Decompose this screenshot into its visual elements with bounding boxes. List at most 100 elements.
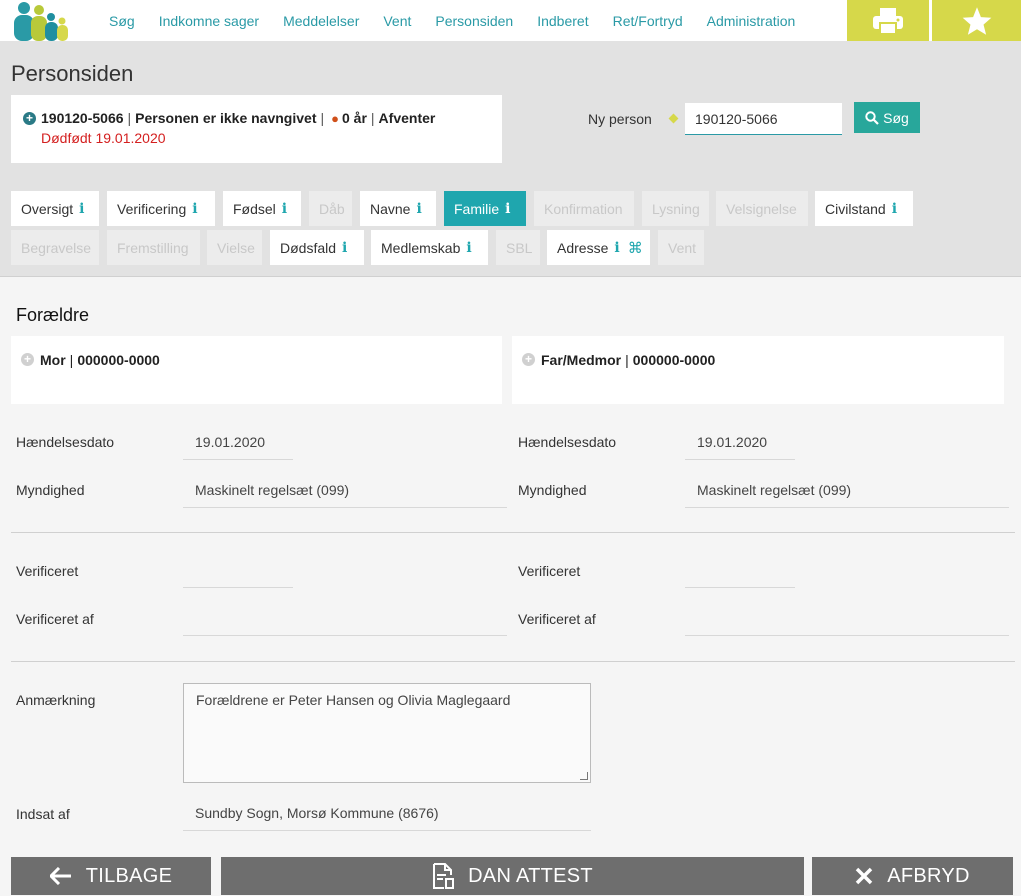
tab-begravelse: Begravelse xyxy=(11,230,99,265)
stillborn-notice: Dødfødt 19.01.2020 xyxy=(41,130,166,146)
tab-civilstand[interactable]: Civilstand i xyxy=(815,191,913,226)
separator: | xyxy=(625,352,629,368)
person-cpr: 190120-5066 xyxy=(41,110,124,126)
tab-konfirmation: Konfirmation xyxy=(534,191,634,226)
mother-event-date-field[interactable]: 19.01.2020 xyxy=(183,430,293,460)
close-icon xyxy=(855,867,873,885)
person-search-input[interactable] xyxy=(685,103,842,135)
divider xyxy=(11,661,1015,662)
tab-oversigt[interactable]: Oversigt i xyxy=(11,191,99,226)
tab-adresse[interactable]: Adresse i ⌘ xyxy=(547,230,650,265)
top-navigation-bar: Søg Indkomne sager Meddelelser Vent Pers… xyxy=(0,0,1021,41)
info-icon[interactable]: i xyxy=(892,201,897,217)
info-icon[interactable]: i xyxy=(192,201,197,217)
favorite-button[interactable] xyxy=(932,0,1021,41)
nav-item-ret-fortryd[interactable]: Ret/Fortryd xyxy=(613,13,683,29)
father-authority-field[interactable]: Maskinelt regelsæt (099) xyxy=(685,478,1009,508)
father-verified-field[interactable] xyxy=(685,558,795,588)
tab-familie[interactable]: Familie i xyxy=(444,191,526,226)
separator: | xyxy=(69,352,74,368)
person-status: Afventer xyxy=(378,110,436,126)
tab-label: Fremstilling xyxy=(117,239,189,256)
expand-plus-icon[interactable]: + xyxy=(522,353,535,366)
mother-card: + Mor | 000000-0000 xyxy=(11,336,502,404)
nav-item-indkomne-sager[interactable]: Indkomne sager xyxy=(159,13,259,29)
nav-item-soeg[interactable]: Søg xyxy=(109,13,135,29)
tab-doedsfald[interactable]: Dødsfald i xyxy=(270,230,364,265)
tab-label: Vielse xyxy=(217,239,255,256)
tab-lysning: Lysning xyxy=(642,191,709,226)
inserted-by-field[interactable]: Sundby Sogn, Morsø Kommune (8676) xyxy=(183,801,591,831)
main-nav: Søg Indkomne sager Meddelelser Vent Pers… xyxy=(97,0,807,41)
note-textarea[interactable]: Forældrene er Peter Hansen og Olivia Mag… xyxy=(183,683,591,783)
tab-vent: Vent xyxy=(658,230,704,265)
mother-verified-field[interactable] xyxy=(183,558,293,588)
mother-event-date-label: Hændelsesdato xyxy=(16,434,115,450)
tab-foedsel[interactable]: Fødsel i xyxy=(223,191,301,226)
tab-label: Dødsfald xyxy=(280,239,337,256)
father-event-date-field[interactable]: 19.01.2020 xyxy=(685,430,795,460)
command-icon[interactable]: ⌘ xyxy=(628,239,643,257)
info-icon[interactable]: i xyxy=(416,201,421,217)
tab-label: Familie xyxy=(454,200,500,217)
info-icon[interactable]: i xyxy=(79,201,84,217)
mother-verified-by-field[interactable] xyxy=(183,606,507,636)
tab-label: Velsignelse xyxy=(726,200,797,217)
expand-plus-icon[interactable]: + xyxy=(23,111,36,125)
info-icon[interactable]: i xyxy=(342,240,347,256)
back-button-label: TILBAGE xyxy=(85,864,173,887)
family-logo-icon[interactable] xyxy=(10,0,68,41)
nav-item-administration[interactable]: Administration xyxy=(707,13,796,29)
back-button[interactable]: TILBAGE xyxy=(11,857,211,895)
tab-navne[interactable]: Navne i xyxy=(360,191,436,226)
father-verified-by-field[interactable] xyxy=(685,606,1009,636)
separator: | xyxy=(370,110,375,126)
info-icon[interactable]: i xyxy=(505,201,510,217)
person-name: Personen er ikke navngivet xyxy=(135,110,317,126)
nav-item-personsiden[interactable]: Personsiden xyxy=(435,13,513,29)
father-verified-by-label: Verificeret af xyxy=(518,611,596,627)
father-authority-label: Myndighed xyxy=(518,482,587,498)
info-icon[interactable]: i xyxy=(466,240,471,256)
mother-cpr: 000000-0000 xyxy=(77,352,160,368)
nav-item-meddelelser[interactable]: Meddelelser xyxy=(283,13,359,29)
tab-label: Vent xyxy=(668,239,697,256)
tab-label: Medlemskab xyxy=(381,239,461,256)
tab-label: SBL xyxy=(506,239,533,256)
section-title-parents: Forældre xyxy=(16,305,90,325)
note-label: Anmærkning xyxy=(16,692,96,708)
tab-sbl: SBL xyxy=(496,230,540,265)
tab-label: Adresse xyxy=(557,239,609,256)
create-certificate-button[interactable]: DAN ATTEST xyxy=(221,857,804,895)
tab-medlemskab[interactable]: Medlemskab i xyxy=(371,230,488,265)
mother-verified-label: Verificeret xyxy=(16,563,79,579)
search-button[interactable]: Søg xyxy=(854,102,920,133)
mother-authority-field[interactable]: Maskinelt regelsæt (099) xyxy=(183,478,507,508)
search-button-label: Søg xyxy=(883,109,909,126)
tab-label: Oversigt xyxy=(21,200,74,217)
info-icon[interactable]: i xyxy=(282,201,287,217)
nav-item-vent[interactable]: Vent xyxy=(383,13,411,29)
tab-label: Dåb xyxy=(319,200,345,217)
tab-label: Civilstand xyxy=(825,200,886,217)
print-button[interactable] xyxy=(847,0,929,41)
tab-label: Konfirmation xyxy=(544,200,623,217)
expand-plus-icon[interactable]: + xyxy=(21,353,34,366)
create-certificate-label: DAN ATTEST xyxy=(468,864,593,887)
cancel-button[interactable]: AFBRYD xyxy=(812,857,1013,895)
father-role: Far/Medmor xyxy=(541,352,622,368)
cancel-button-label: AFBRYD xyxy=(887,864,970,887)
person-summary-card: + 190120-5066 | Personen er ikke navngiv… xyxy=(11,95,502,163)
person-age: 0 år xyxy=(341,110,367,126)
printer-icon xyxy=(873,7,903,35)
tab-verificering[interactable]: Verificering i xyxy=(107,191,215,226)
document-icon xyxy=(433,863,455,889)
inserted-by-label: Indsat af xyxy=(16,806,70,822)
father-card: + Far/Medmor | 000000-0000 xyxy=(512,336,1004,404)
resize-handle-icon[interactable] xyxy=(580,772,588,780)
person-header: Personsiden + 190120-5066 | Personen er … xyxy=(0,41,1021,277)
info-icon[interactable]: i xyxy=(614,240,619,256)
nav-item-indberet[interactable]: Indberet xyxy=(537,13,588,29)
divider xyxy=(11,532,1015,533)
mother-verified-by-label: Verificeret af xyxy=(16,611,94,627)
